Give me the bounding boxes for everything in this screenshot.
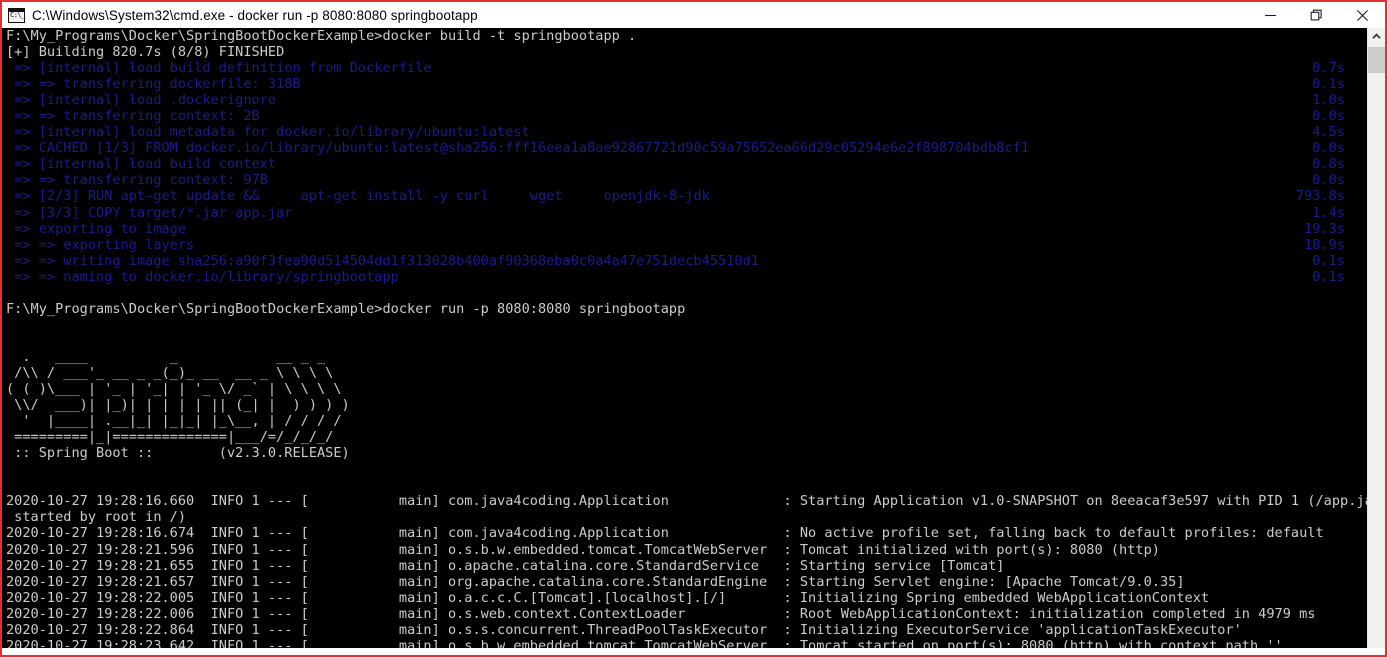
console-icon xyxy=(8,7,25,23)
build-step-time: 18.9s xyxy=(1304,236,1345,253)
close-button[interactable] xyxy=(1339,2,1385,28)
window-title: C:\Windows\System32\cmd.exe - docker run… xyxy=(32,7,478,23)
build-step-time: 19.3s xyxy=(1304,220,1345,237)
build-step: => [internal] load .dockerignore 1.0s xyxy=(6,92,1345,109)
spring-banner-line: ( ( )\___ | '_ | '_| | '_ \/ _` | \ \ \ … xyxy=(6,381,342,398)
build-step-time: 1.4s xyxy=(1312,204,1345,221)
cmd-window: C:\Windows\System32\cmd.exe - docker run… xyxy=(0,0,1387,657)
scrollbar-track[interactable] xyxy=(1368,45,1385,648)
minimize-icon xyxy=(1264,14,1276,16)
log-line: 2020-10-27 19:28:23.642 INFO 1 --- [ mai… xyxy=(6,637,1283,648)
build-step-time: 0.0s xyxy=(1312,172,1345,189)
build-step: => => exporting layers 18.9s xyxy=(6,236,1345,253)
build-step: => [internal] load build definition from… xyxy=(6,60,1345,77)
log-line: 2020-10-27 19:28:21.655 INFO 1 --- [ mai… xyxy=(6,557,1005,574)
log-line: 2020-10-27 19:28:21.596 INFO 1 --- [ mai… xyxy=(6,541,1160,558)
build-step: => [2/3] RUN apt-get update && apt-get i… xyxy=(6,188,1345,205)
build-step: => [internal] load build context 0.8s xyxy=(6,156,1345,173)
log-line: 2020-10-27 19:28:21.657 INFO 1 --- [ mai… xyxy=(6,573,1185,590)
spring-banner-line: :: Spring Boot :: (v2.3.0.RELEASE) xyxy=(6,445,350,462)
minimize-button[interactable] xyxy=(1247,2,1293,28)
terminal-text: F:\My_Programs\Docker\SpringBootDockerEx… xyxy=(6,28,1367,648)
build-step: => [3/3] COPY target/*.jar app.jar 1.4s xyxy=(6,204,1345,221)
build-step-time: 0.1s xyxy=(1312,252,1345,269)
title-bar[interactable]: C:\Windows\System32\cmd.exe - docker run… xyxy=(2,2,1385,28)
build-step-time: 0.0s xyxy=(1312,108,1345,125)
build-step-time: 0.7s xyxy=(1312,60,1345,77)
build-step: => exporting to image 19.3s xyxy=(6,220,1345,237)
spring-banner-line: ' |____| .__|_| |_|_| |_\__, | / / / / xyxy=(6,413,342,430)
window-bottom-strip xyxy=(2,648,1385,655)
build-step-time: 0.1s xyxy=(1312,76,1345,93)
log-line: 2020-10-27 19:28:16.660 INFO 1 --- [ mai… xyxy=(6,493,1367,510)
chevron-up-icon xyxy=(1372,33,1381,39)
build-step-time: 0.0s xyxy=(1312,140,1345,157)
restore-icon xyxy=(1310,9,1322,20)
log-line: 2020-10-27 19:28:22.005 INFO 1 --- [ mai… xyxy=(6,589,1210,606)
terminal-output[interactable]: F:\My_Programs\Docker\SpringBootDockerEx… xyxy=(2,28,1367,648)
window-controls xyxy=(1247,2,1385,28)
build-step: => => writing image sha256:a90f3fea90d51… xyxy=(6,252,1345,269)
build-step-time: 0.1s xyxy=(1312,268,1345,285)
build-step: => => transferring context: 2B 0.0s xyxy=(6,108,1345,125)
spring-banner-line: . ____ _ __ _ _ xyxy=(6,348,326,365)
build-step: => => naming to docker.io/library/spring… xyxy=(6,268,1345,285)
vertical-scrollbar[interactable] xyxy=(1367,28,1385,648)
build-step-time: 1.0s xyxy=(1312,92,1345,109)
build-step: => => transferring dockerfile: 318B 0.1s xyxy=(6,76,1345,93)
build-step-time: 4.5s xyxy=(1312,124,1345,141)
build-step-time: 793.8s xyxy=(1295,188,1345,205)
build-step: => => transferring context: 97B 0.0s xyxy=(6,172,1345,189)
log-line-continuation: started by root in /) xyxy=(6,509,187,526)
log-line: 2020-10-27 19:28:16.674 INFO 1 --- [ mai… xyxy=(6,525,1324,542)
close-icon xyxy=(1356,9,1368,21)
build-step: => CACHED [1/3] FROM docker.io/library/u… xyxy=(6,140,1345,157)
spring-banner-line: \\/ ___)| |_)| | | | | || (_| | ) ) ) ) xyxy=(6,397,350,414)
build-step-time: 0.8s xyxy=(1312,156,1345,173)
spring-banner-line: =========|_|==============|___/=/_/_/_/ xyxy=(6,429,334,446)
restore-button[interactable] xyxy=(1293,2,1339,28)
log-line: 2020-10-27 19:28:22.006 INFO 1 --- [ mai… xyxy=(6,605,1316,622)
log-line: 2020-10-27 19:28:22.864 INFO 1 --- [ mai… xyxy=(6,621,1242,638)
console-area: F:\My_Programs\Docker\SpringBootDockerEx… xyxy=(2,28,1385,648)
scrollbar-thumb[interactable] xyxy=(1368,47,1385,73)
spring-banner-line: /\\ / ___'_ __ _ _(_)_ __ __ _ \ \ \ \ xyxy=(6,364,334,381)
scroll-up-button[interactable] xyxy=(1368,28,1385,45)
build-step: => [internal] load metadata for docker.i… xyxy=(6,124,1345,141)
